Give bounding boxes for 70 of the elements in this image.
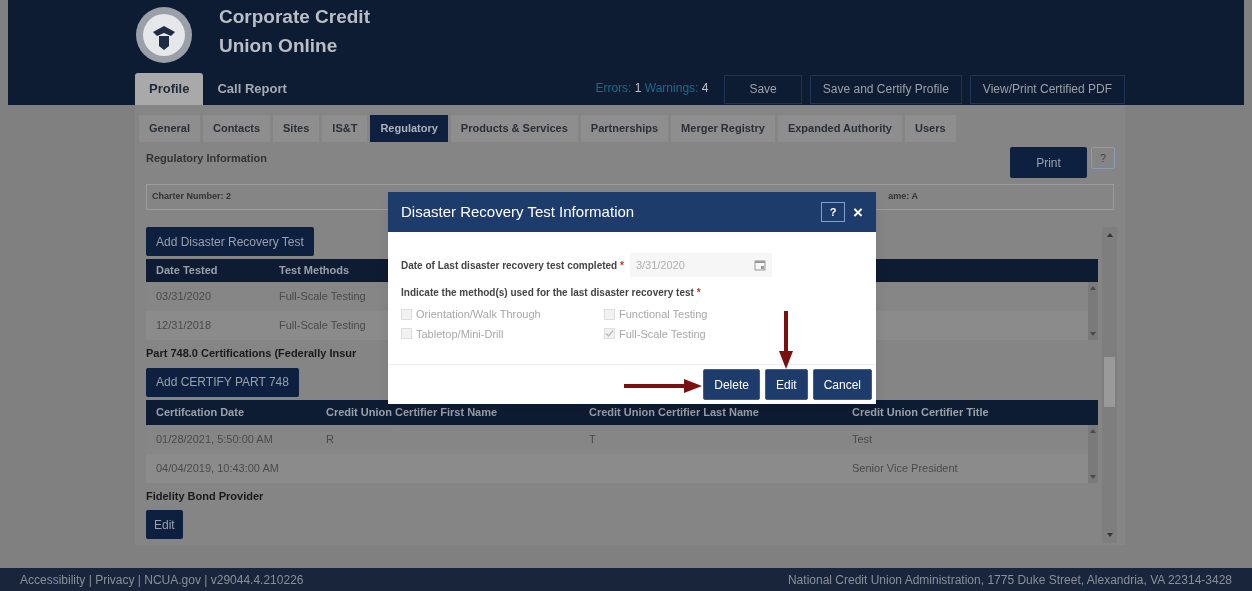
table-cell: Test: [852, 432, 873, 445]
top-tab[interactable]: Profile: [135, 73, 204, 105]
scroll-down-icon[interactable]: [1090, 474, 1096, 479]
methods-label: Indicate the method(s) used for the last disaster recovery test *: [401, 286, 702, 300]
column-header: Date Tested: [155, 263, 219, 279]
scroll-up-icon[interactable]: [1090, 286, 1096, 290]
table-cell: T: [589, 432, 596, 445]
print-button[interactable]: Print: [1010, 147, 1087, 178]
section-tab[interactable]: Expanded Authority: [777, 115, 902, 142]
section-tab[interactable]: Regulatory: [370, 115, 448, 142]
section-tab[interactable]: Products & Services: [450, 115, 578, 142]
error-warning-count: Errors: 1 Warnings: 4: [595, 79, 709, 97]
scrollbar[interactable]: [1088, 424, 1098, 483]
footer-links: Accessibility | Privacy | NCUA.gov | v29044.4.210226: [20, 571, 304, 589]
annotation-arrow: [778, 311, 794, 369]
footer-address: National Credit Union Administration, 1775 Duke Street, Alexandria, VA 22314-3428: [787, 571, 1232, 589]
column-header: Credit Union Certifier Last Name: [588, 404, 760, 420]
section-tab[interactable]: Contacts: [202, 115, 271, 142]
app-title: Corporate Credit: [219, 5, 370, 29]
date-label: Date of Last disaster recovery test completed *: [401, 258, 624, 273]
edit-button[interactable]: Edit: [146, 510, 183, 539]
column-header: Credit Union Certifier Title: [851, 404, 990, 420]
checkbox-label: Tabletop/Mini-Drill: [416, 326, 504, 342]
table-cell: 01/28/2021, 5:50:00 AM: [156, 432, 273, 445]
column-header: Test Methods: [278, 263, 351, 279]
scroll-down-icon[interactable]: [1090, 332, 1096, 336]
section-heading: Fidelity Bond Provider: [146, 488, 265, 504]
dialog-button[interactable]: Delete: [703, 369, 760, 400]
table-cell-text: Full-Scale Testing: [278, 318, 367, 334]
section-tab[interactable]: Partnerships: [580, 115, 669, 142]
dialog-button[interactable]: Edit: [764, 369, 808, 400]
name-label: ame: A: [888, 190, 918, 204]
dialog-button[interactable]: Cancel: [812, 369, 872, 400]
section-tab[interactable]: IS&T: [322, 115, 368, 142]
table-cell-text: 12/31/2018: [155, 318, 213, 334]
calendar-icon[interactable]: [753, 259, 766, 271]
section-heading: Part 748.0 Certifications (Federally Insur: [146, 346, 358, 361]
add-test-button[interactable]: Add Disaster Recovery Test: [146, 227, 314, 256]
help-button[interactable]: ?: [821, 202, 846, 222]
scrollbar[interactable]: [1088, 282, 1098, 340]
scroll-up-icon[interactable]: [1090, 428, 1096, 433]
section-tab[interactable]: Merger Registry: [671, 115, 775, 142]
header-button[interactable]: View/Print Certified PDF: [969, 74, 1125, 104]
table-cell: Senior Vice President: [852, 461, 958, 474]
scroll-thumb[interactable]: [1104, 357, 1115, 407]
table-cell-text: Full-Scale Testing: [278, 289, 367, 305]
scrollbar[interactable]: [1102, 227, 1117, 543]
header-button[interactable]: Save: [724, 74, 802, 104]
checkbox-label: Full-Scale Testing: [619, 326, 706, 342]
table-cell: R: [326, 432, 334, 445]
scroll-down-icon[interactable]: [1106, 533, 1113, 537]
modal-title: Disaster Recovery Test Information: [401, 201, 636, 222]
section-title: Regulatory Information: [146, 151, 267, 166]
section-tab[interactable]: General: [139, 115, 200, 142]
section-tab[interactable]: Users: [905, 115, 956, 142]
add-certification-button[interactable]: Add CERTIFY PART 748: [146, 367, 299, 397]
scroll-up-icon[interactable]: [1106, 233, 1113, 237]
header-button[interactable]: Save and Certify Profile: [809, 74, 962, 104]
table-cell: 04/04/2019, 10:43:00 AM: [156, 461, 279, 474]
section-tab[interactable]: Sites: [273, 115, 320, 142]
top-tab[interactable]: Call Report: [203, 73, 301, 105]
close-button[interactable]: ×: [853, 203, 863, 221]
checkbox-label: Functional Testing: [619, 307, 708, 322]
checkbox-label: Orientation/Walk Through: [416, 307, 541, 322]
column-header: Certifcation Date: [155, 404, 246, 420]
column-header: Credit Union Certifier First Name: [325, 404, 499, 420]
app-title: Union Online: [219, 34, 339, 58]
charter-number-label: Charter Number: 2: [152, 190, 232, 204]
table-cell-text: 03/31/2020: [155, 289, 213, 305]
seal-logo: [135, 6, 193, 64]
